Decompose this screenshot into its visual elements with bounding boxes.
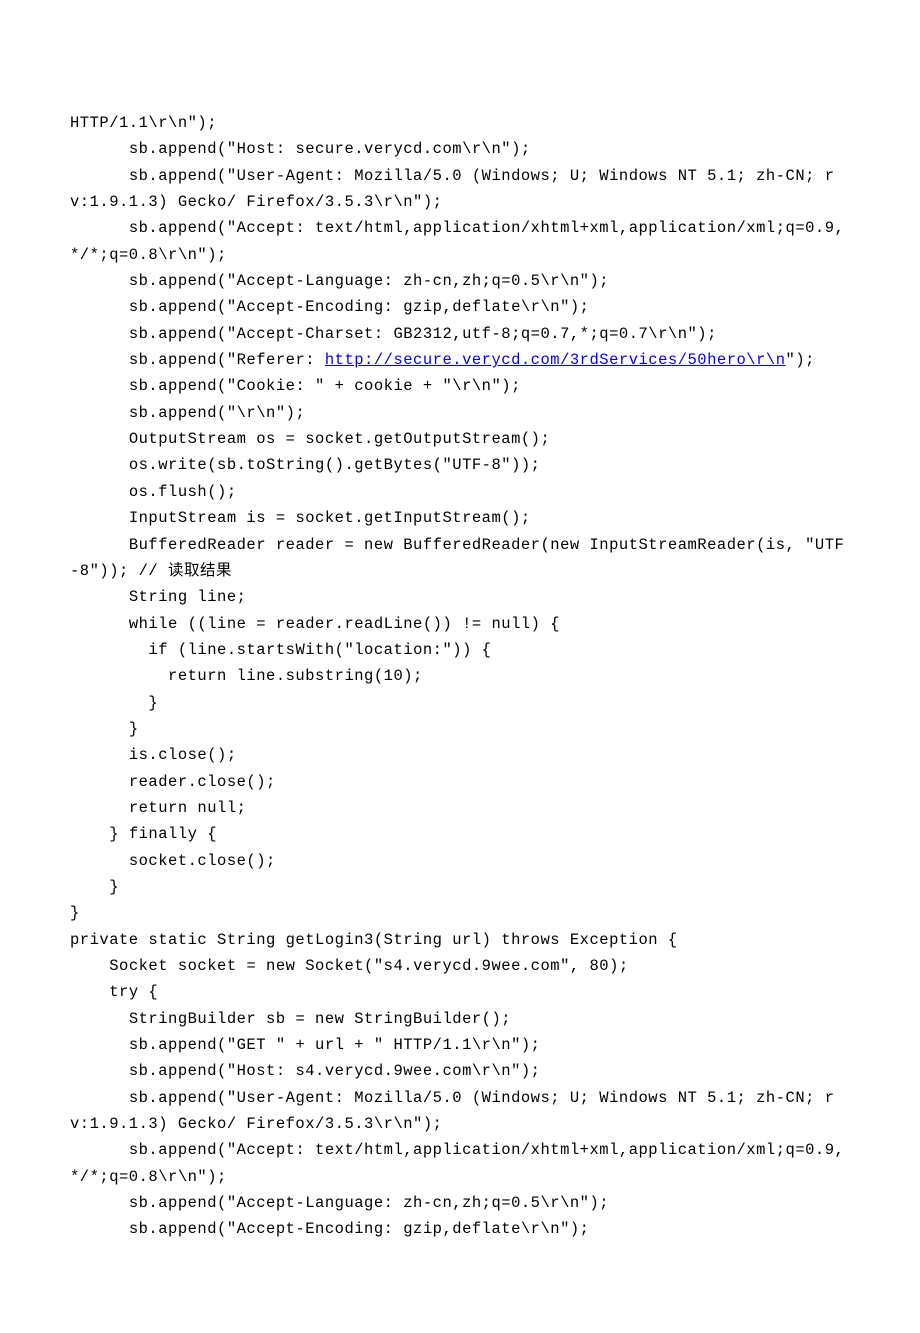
code-line: sb.append("Accept-Language: zh-cn,zh;q=0… [70,1190,850,1216]
code-line: sb.append("Accept-Encoding: gzip,deflate… [70,1216,850,1242]
code-line: } [70,690,850,716]
url-link[interactable]: http://secure.verycd.com/3rdServices/50h… [325,351,786,369]
code-line: sb.append("Cookie: " + cookie + "\r\n"); [70,373,850,399]
code-line: OutputStream os = socket.getOutputStream… [70,426,850,452]
code-line: sb.append("GET " + url + " HTTP/1.1\r\n"… [70,1032,850,1058]
code-line: reader.close(); [70,769,850,795]
code-line: return line.substring(10); [70,663,850,689]
code-line: sb.append("Accept: text/html,application… [70,215,850,268]
code-line: is.close(); [70,742,850,768]
code-line: sb.append("Host: secure.verycd.com\r\n")… [70,136,850,162]
code-line: os.write(sb.toString().getBytes("UTF-8")… [70,452,850,478]
document-page: HTTP/1.1\r\n"); sb.append("Host: secure.… [0,0,920,1333]
code-line: HTTP/1.1\r\n"); [70,110,850,136]
code-block: HTTP/1.1\r\n"); sb.append("Host: secure.… [70,110,850,1243]
code-line: private static String getLogin3(String u… [70,927,850,953]
code-line: sb.append("Referer: http://secure.verycd… [70,347,850,373]
code-line: Socket socket = new Socket("s4.verycd.9w… [70,953,850,979]
code-text: "); [786,351,815,369]
code-line: InputStream is = socket.getInputStream()… [70,505,850,531]
code-line: sb.append("Accept: text/html,application… [70,1137,850,1190]
code-line: sb.append("Host: s4.verycd.9wee.com\r\n"… [70,1058,850,1084]
code-line: } [70,716,850,742]
code-line: sb.append("User-Agent: Mozilla/5.0 (Wind… [70,1085,850,1138]
code-line: sb.append("Accept-Encoding: gzip,deflate… [70,294,850,320]
code-line: } [70,900,850,926]
code-line: while ((line = reader.readLine()) != nul… [70,611,850,637]
code-line: sb.append("Accept-Charset: GB2312,utf-8;… [70,321,850,347]
code-line: } finally { [70,821,850,847]
code-line: } [70,874,850,900]
code-line: String line; [70,584,850,610]
code-line: try { [70,979,850,1005]
code-line: socket.close(); [70,848,850,874]
code-line: sb.append("User-Agent: Mozilla/5.0 (Wind… [70,163,850,216]
code-line: sb.append("Accept-Language: zh-cn,zh;q=0… [70,268,850,294]
code-text: sb.append("Referer: [70,351,325,369]
code-line: sb.append("\r\n"); [70,400,850,426]
code-line: os.flush(); [70,479,850,505]
code-line: if (line.startsWith("location:")) { [70,637,850,663]
code-line: BufferedReader reader = new BufferedRead… [70,532,850,585]
code-line: StringBuilder sb = new StringBuilder(); [70,1006,850,1032]
code-line: return null; [70,795,850,821]
